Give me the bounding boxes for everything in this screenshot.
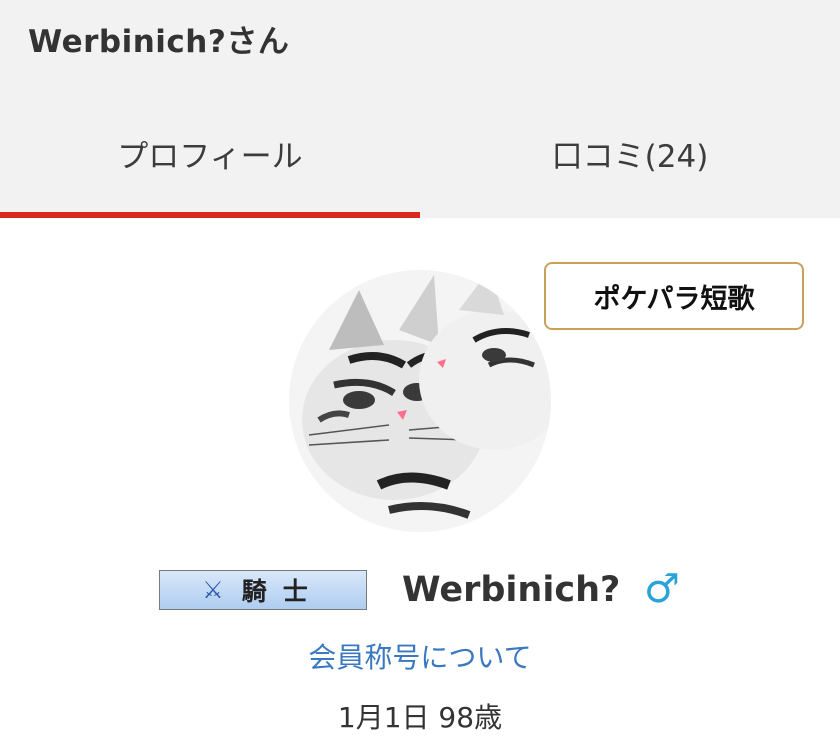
pokepara-tanka-button[interactable]: ポケパラ短歌	[544, 262, 804, 330]
header: Werbinich?さん プロフィール 口コミ(24)	[0, 0, 840, 218]
profile-panel: ポケパラ短歌 ⚔ 騎士 Werbinich? ♂ 会員称号について 1月1日 9…	[0, 218, 840, 737]
member-title-info-link[interactable]: 会員称号について	[0, 636, 840, 676]
crossed-axes-icon: ⚔	[202, 576, 224, 604]
tab-reviews[interactable]: 口コミ(24)	[420, 88, 840, 218]
member-title-label: 騎士	[241, 577, 324, 606]
tab-profile[interactable]: プロフィール	[0, 88, 420, 218]
tab-bar: プロフィール 口コミ(24)	[0, 88, 840, 218]
member-title-badge: ⚔ 騎士	[159, 570, 367, 610]
birthday-age: 1月1日 98歳	[337, 701, 503, 734]
male-icon: ♂	[644, 566, 680, 612]
avatar	[289, 270, 551, 532]
avatar-cat-image	[289, 270, 551, 532]
username: Werbinich?	[402, 570, 621, 610]
page-title: Werbinich?さん	[28, 24, 290, 60]
